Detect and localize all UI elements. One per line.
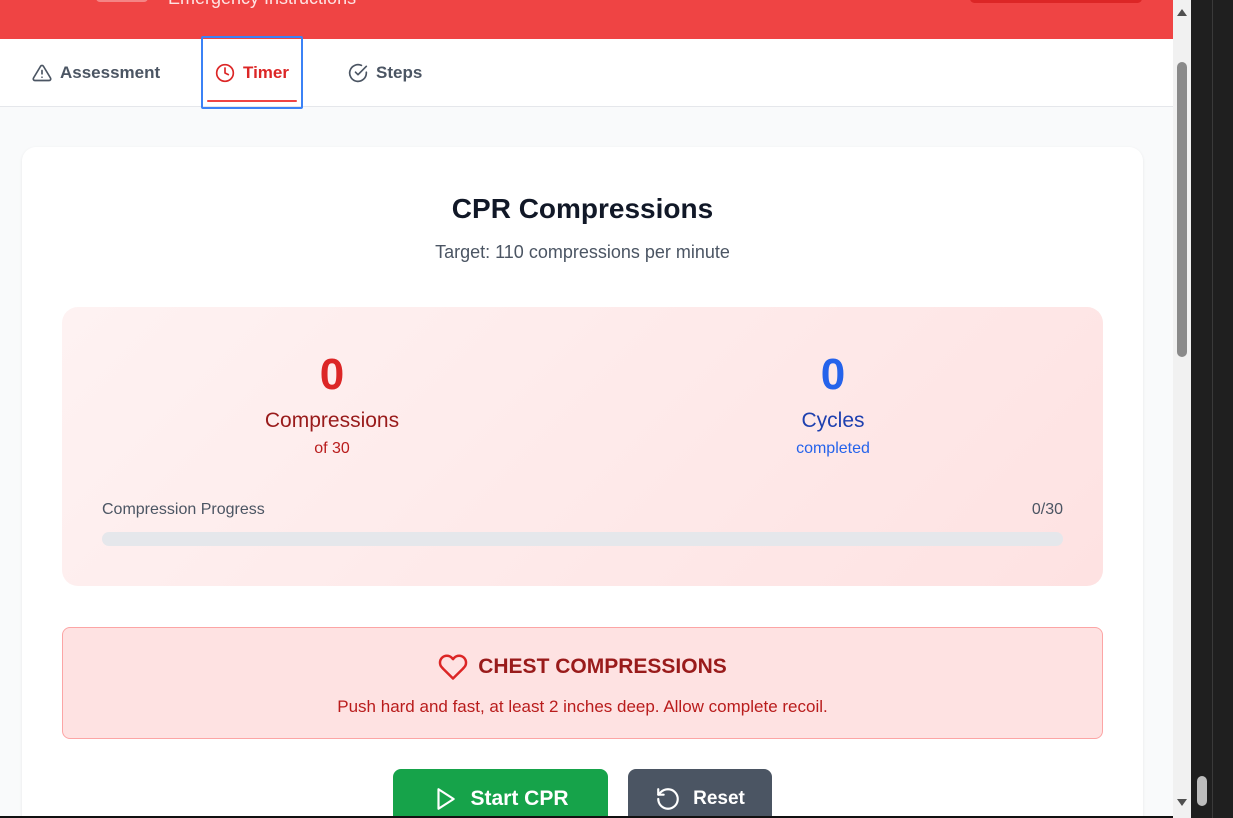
tab-assessment[interactable]: Assessment bbox=[32, 39, 160, 107]
compressions-stat: 0 Compressions of 30 bbox=[182, 349, 482, 458]
instruction-heading-text: CHEST COMPRESSIONS bbox=[478, 655, 727, 678]
cycles-label: Cycles bbox=[801, 409, 865, 432]
instruction-text: Push hard and fast, at least 2 inches de… bbox=[337, 697, 828, 716]
tab-steps-label: Steps bbox=[376, 63, 423, 82]
scrollbar-thumb[interactable] bbox=[1177, 62, 1187, 357]
progress-label: Compression Progress bbox=[102, 501, 265, 518]
compressions-label: Compressions bbox=[264, 409, 400, 432]
card-title: CPR Compressions bbox=[451, 193, 714, 224]
header-menu-button[interactable] bbox=[96, 0, 148, 2]
header-action-button[interactable] bbox=[970, 0, 1142, 3]
card-subtitle: Target: 110 compressions per minute bbox=[435, 242, 730, 262]
stats-panel: 0 Compressions of 30 0 Cycles completed … bbox=[62, 307, 1103, 586]
tab-assessment-label: Assessment bbox=[60, 63, 161, 82]
start-cpr-label: Start CPR bbox=[470, 787, 569, 810]
scroll-up-arrow-icon[interactable] bbox=[1177, 9, 1187, 16]
instruction-panel: CHEST COMPRESSIONS Push hard and fast, a… bbox=[62, 627, 1103, 739]
outer-window-gutter bbox=[1191, 0, 1233, 818]
header-title: Emergency Instructions bbox=[168, 0, 356, 9]
compressions-count: 0 bbox=[319, 350, 345, 399]
app-viewport: Emergency Instructions Assessment Timer … bbox=[0, 0, 1173, 818]
cycles-sub: completed bbox=[796, 440, 870, 457]
progress-count: 0/30 bbox=[1031, 501, 1063, 518]
check-circle-icon bbox=[348, 63, 368, 83]
clock-icon bbox=[215, 63, 235, 82]
reset-button[interactable]: Reset bbox=[628, 769, 772, 818]
cycles-stat: 0 Cycles completed bbox=[683, 349, 983, 458]
play-icon bbox=[437, 788, 456, 810]
heart-icon bbox=[439, 654, 468, 680]
tab-steps[interactable]: Steps bbox=[348, 39, 422, 107]
tab-bar: Assessment Timer Steps bbox=[0, 36, 1173, 109]
tab-timer[interactable]: Timer bbox=[201, 36, 303, 109]
rotate-ccw-icon bbox=[657, 788, 679, 810]
compressions-target: of 30 bbox=[314, 440, 350, 457]
cycles-count: 0 bbox=[820, 350, 846, 399]
scroll-down-arrow-icon[interactable] bbox=[1177, 799, 1187, 806]
vertical-scrollbar[interactable] bbox=[1173, 0, 1191, 818]
tab-timer-label: Timer bbox=[243, 62, 289, 82]
outer-scrollbar-thumb[interactable] bbox=[1197, 776, 1207, 806]
start-cpr-button[interactable]: Start CPR bbox=[393, 769, 608, 818]
alert-triangle-icon bbox=[32, 64, 52, 82]
cpr-card: CPR Compressions Target: 110 compression… bbox=[22, 147, 1143, 818]
app-header: Emergency Instructions bbox=[0, 0, 1173, 39]
instruction-heading: CHEST COMPRESSIONS bbox=[63, 652, 1102, 682]
outer-divider bbox=[1212, 0, 1213, 818]
reset-label: Reset bbox=[693, 788, 745, 809]
active-tab-indicator bbox=[207, 100, 297, 102]
compression-progress-bar bbox=[102, 532, 1063, 546]
